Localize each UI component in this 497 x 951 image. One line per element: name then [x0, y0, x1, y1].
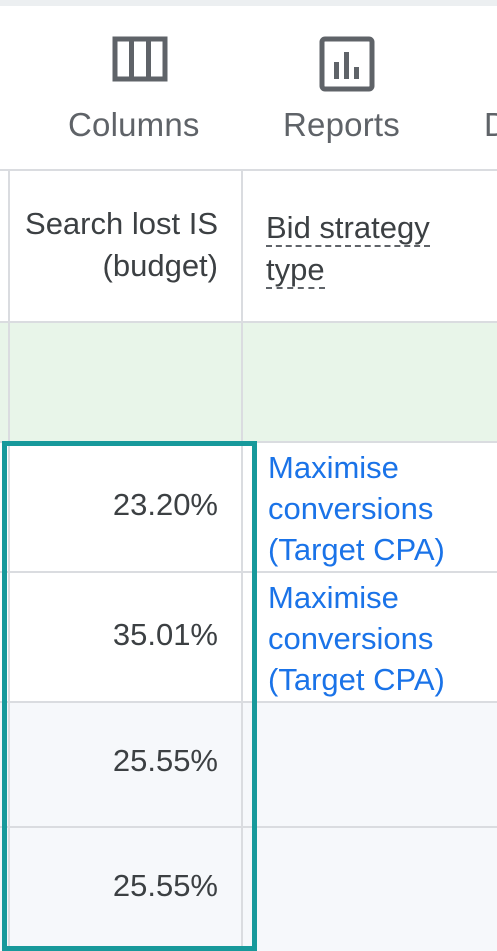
search-lost-is-cell: 25.55%	[112, 868, 218, 903]
bid-strategy-link[interactable]: Maximise conversions (Target CPA)	[268, 577, 497, 700]
data-table: Search lost IS (budget) Bid strategy typ…	[0, 171, 497, 951]
table-row: 25.55%	[0, 703, 497, 828]
bid-strategy-header-line2: type	[266, 252, 325, 289]
bid-strategy-link[interactable]: Maximise conversions (Target CPA)	[268, 447, 497, 570]
column-divider	[8, 171, 10, 951]
reports-label: Reports	[283, 106, 400, 143]
table-row: 25.55%	[0, 828, 497, 951]
truncated-toolbar-label: D	[484, 106, 497, 143]
truncated-toolbar-button[interactable]: D	[478, 6, 497, 169]
column-header-search-lost-is[interactable]: Search lost IS (budget)	[12, 203, 218, 287]
table-row: 23.20% Maximise conversions (Target CPA)	[0, 443, 497, 573]
column-header-bid-strategy-type[interactable]: Bid strategy type	[266, 207, 497, 291]
search-lost-is-cell: 25.55%	[112, 743, 218, 778]
columns-button[interactable]: Columns	[50, 6, 230, 169]
bid-strategy-header-line1: Bid strategy	[266, 210, 430, 247]
reports-button[interactable]: Reports	[268, 6, 428, 169]
search-lost-is-cell: 23.20%	[112, 487, 218, 522]
totals-row	[0, 323, 497, 443]
columns-icon	[112, 36, 168, 87]
campaign-table-view: Columns Reports D Search lost IS (budget…	[0, 0, 497, 951]
column-divider	[241, 171, 243, 951]
bar-chart-icon	[319, 36, 375, 97]
columns-label: Columns	[68, 106, 200, 143]
search-lost-is-cell: 35.01%	[112, 617, 218, 652]
table-header-row: Search lost IS (budget) Bid strategy typ…	[0, 171, 497, 323]
table-row: 35.01% Maximise conversions (Target CPA)	[0, 573, 497, 703]
table-toolbar: Columns Reports D	[0, 6, 497, 169]
